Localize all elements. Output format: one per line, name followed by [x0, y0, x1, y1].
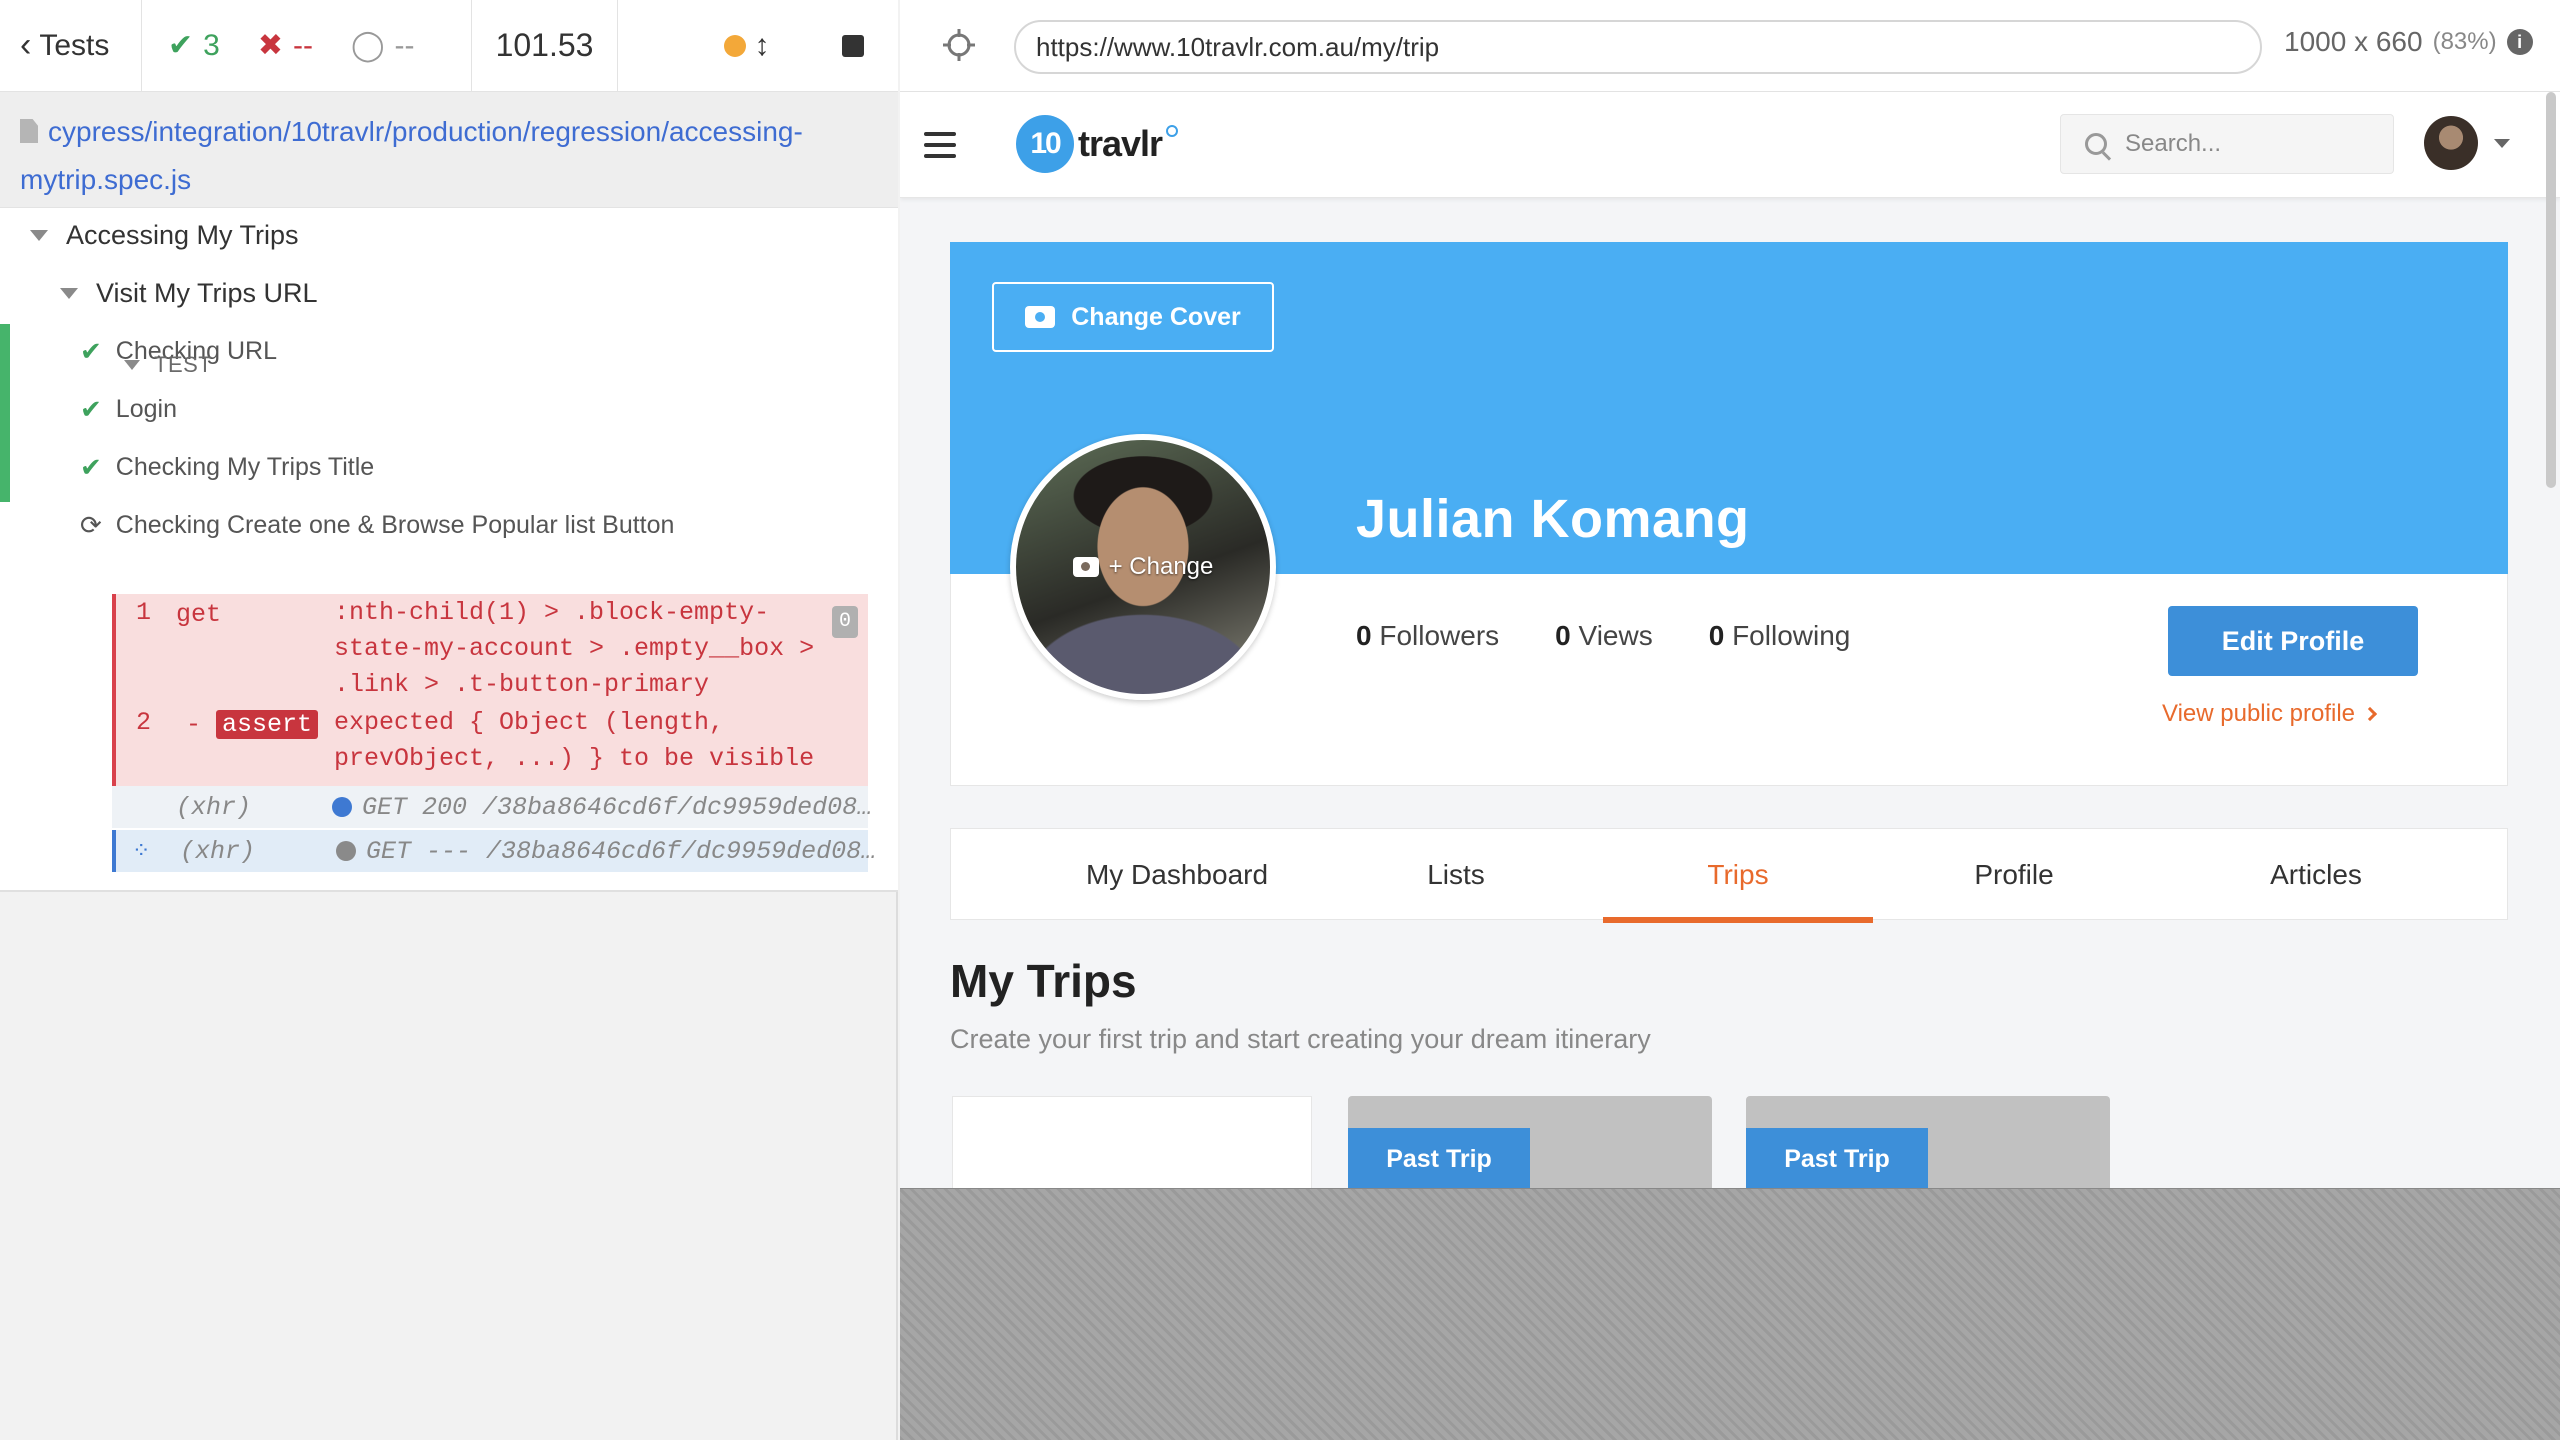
running-indicator-icon: [724, 34, 746, 57]
suite-accessing-my-trips[interactable]: Accessing My Trips: [30, 210, 299, 260]
profile-tabs: My Dashboard Lists Trips Profile Article…: [950, 828, 2508, 923]
view-public-profile-link[interactable]: View public profile: [2162, 700, 2378, 728]
followers-stat[interactable]: 0 Followers: [1356, 620, 1499, 652]
command-number: 2: [136, 708, 152, 737]
camera-icon: [1072, 557, 1099, 577]
refresh-spinner-icon: ⟳: [80, 509, 102, 540]
circle-notch-icon: ◯: [350, 29, 385, 62]
scrollbar[interactable]: [2546, 92, 2556, 488]
profile-stats: 0 Followers 0 Views 0 Following: [1356, 620, 1850, 652]
following-stat[interactable]: 0 Following: [1709, 620, 1851, 652]
hamburger-menu-icon[interactable]: [924, 132, 956, 158]
site-logo[interactable]: 10 travlr: [1016, 112, 1179, 176]
check-icon: ✔: [80, 393, 102, 424]
past-trip-badge: Past Trip: [1348, 1128, 1530, 1188]
xhr-command-pending[interactable]: ⁘ (xhr) GET --- /38ba8646cd6f/dc9959ded0…: [112, 830, 876, 872]
tests-label: Tests: [39, 28, 110, 62]
cypress-reporter: ‹ Tests ✔ 3 ✖ -- ◯ -- 101.53 ↕ cypress/i…: [0, 0, 898, 1440]
tab-profile[interactable]: Profile: [1891, 829, 2137, 921]
search-icon: [2085, 133, 2107, 155]
test-stats: ✔ 3 ✖ -- ◯ --: [142, 0, 472, 92]
reporter-controls: ↕: [618, 0, 898, 92]
chevron-right-icon: [2362, 706, 2378, 722]
profile-avatar[interactable]: + Change: [1010, 434, 1276, 700]
viewport-background: [900, 1188, 2560, 1440]
assert-chip: assert: [216, 710, 319, 739]
passed-stat: ✔ 3: [168, 28, 220, 63]
app-under-test: https://www.10travlr.com.au/my/trip 1000…: [900, 0, 2560, 1440]
chevron-left-icon: ‹: [20, 26, 32, 64]
test-checking-create-one[interactable]: ⟳ Checking Create one & Browse Popular l…: [80, 500, 674, 550]
past-trip-badge: Past Trip: [1746, 1128, 1928, 1188]
aut-header: https://www.10travlr.com.au/my/trip 1000…: [900, 0, 2560, 92]
command-number: 1: [136, 598, 152, 627]
app-iframe: 10 travlr Search... Change Cover + Chang…: [900, 92, 2560, 1188]
profile-name: Julian Komang: [1356, 489, 1750, 549]
trip-card[interactable]: Past Trip: [1746, 1096, 2110, 1188]
caret-down-icon: [30, 229, 48, 241]
command-name[interactable]: - assert: [186, 710, 319, 739]
command-message: :nth-child(1) > .block-empty-: [334, 598, 770, 627]
selector-playground-crosshair-icon[interactable]: [942, 28, 976, 62]
reporter-header: ‹ Tests ✔ 3 ✖ -- ◯ -- 101.53 ↕: [0, 0, 898, 92]
views-stat: 0 Views: [1555, 620, 1653, 651]
command-message: .link > .t-button-primary: [334, 670, 710, 699]
check-icon: ✔: [80, 335, 102, 366]
change-cover-button[interactable]: Change Cover: [992, 282, 1274, 352]
site-header: 10 travlr Search...: [900, 92, 2560, 488]
command-message: prevObject, ...) } to be visible: [334, 744, 815, 773]
pending-stat: ◯ --: [350, 28, 415, 63]
tab-trips[interactable]: Trips: [1603, 829, 1873, 923]
passed-tests-bar: [0, 324, 10, 502]
x-icon: ✖: [257, 29, 283, 62]
avatar-change-overlay[interactable]: + Change: [1072, 553, 1213, 581]
loading-spinner-icon: ⁘: [132, 838, 151, 863]
caret-down-icon: [60, 287, 78, 299]
test-login[interactable]: ✔ Login: [80, 384, 177, 434]
info-icon[interactable]: i: [2506, 29, 2533, 55]
avatar: [2424, 116, 2478, 170]
xhr-command[interactable]: (xhr) GET 200 /38ba8646cd6f/dc9959ded08…: [112, 786, 872, 828]
command-message: state-my-account > .empty__box >: [334, 634, 815, 663]
create-trip-card[interactable]: [952, 1096, 1312, 1188]
page-title: My Trips: [950, 955, 1137, 1007]
tab-articles[interactable]: Articles: [2171, 829, 2461, 921]
auto-scroll-toggle-icon[interactable]: ↕: [755, 29, 770, 63]
chevron-down-icon: [2494, 138, 2510, 148]
test-checking-my-trips-title[interactable]: ✔ Checking My Trips Title: [80, 442, 374, 492]
user-menu[interactable]: [2424, 116, 2510, 170]
edit-profile-button[interactable]: Edit Profile: [2168, 606, 2418, 676]
suite-visit-my-trips-url[interactable]: Visit My Trips URL: [60, 268, 318, 318]
url-field[interactable]: https://www.10travlr.com.au/my/trip: [1014, 20, 2262, 74]
status-dot-icon: [332, 797, 352, 817]
search-input[interactable]: Search...: [2060, 114, 2394, 174]
test-section-header[interactable]: TEST: [124, 352, 212, 378]
run-duration: 101.53: [472, 0, 618, 92]
failed-commands: 1 get :nth-child(1) > .block-empty- stat…: [112, 594, 868, 786]
page-subtitle: Create your first trip and start creatin…: [950, 1024, 1651, 1054]
map-pin-icon: [1166, 125, 1179, 137]
tests-back-button[interactable]: ‹ Tests: [0, 0, 142, 92]
command-name[interactable]: get: [176, 600, 221, 629]
failed-stat: ✖ --: [257, 28, 313, 63]
trip-card[interactable]: Past Trip: [1348, 1096, 1712, 1188]
tab-lists[interactable]: Lists: [1323, 829, 1589, 921]
tab-my-dashboard[interactable]: My Dashboard: [1031, 829, 1323, 921]
logo-badge: 10: [1016, 115, 1074, 173]
stop-button[interactable]: [842, 34, 864, 57]
command-message: expected { Object (length,: [334, 708, 725, 737]
check-icon: ✔: [168, 29, 194, 62]
status-dot-icon: [336, 841, 356, 861]
check-icon: ✔: [80, 451, 102, 482]
caret-down-icon: [124, 360, 140, 370]
viewport-info[interactable]: 1000 x 660 (83%) i: [2284, 26, 2533, 58]
logo-text: travlr: [1078, 123, 1163, 164]
spec-path[interactable]: cypress/integration/10travlr/production/…: [0, 92, 898, 208]
camera-icon: [1025, 306, 1056, 328]
file-icon: [20, 119, 38, 143]
element-count-badge: 0: [832, 606, 858, 638]
